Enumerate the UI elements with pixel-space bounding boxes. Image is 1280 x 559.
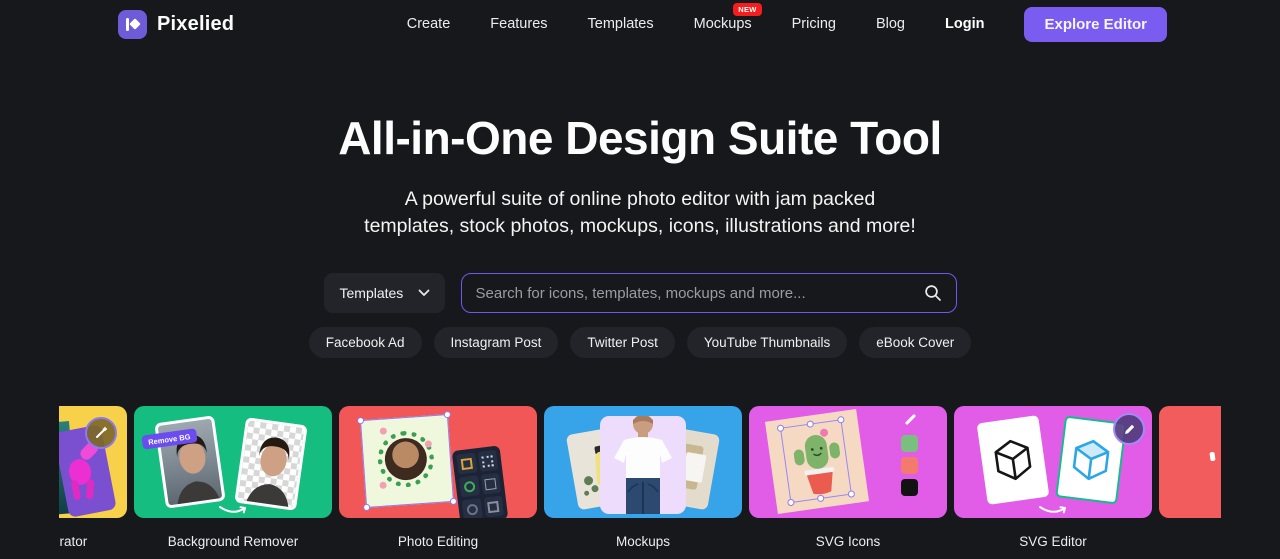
tag-ebook-cover[interactable]: eBook Cover xyxy=(859,327,972,358)
nav-item-pricing[interactable]: Pricing xyxy=(792,16,836,32)
selected-photo-frame xyxy=(356,410,458,512)
nav-item-blog[interactable]: Blog xyxy=(876,16,905,32)
search-icon[interactable] xyxy=(924,284,942,302)
explore-editor-button[interactable]: Explore Editor xyxy=(1024,6,1167,42)
search-row: Templates xyxy=(0,273,1280,313)
frame-options-panel xyxy=(451,445,509,518)
new-badge: NEW xyxy=(733,3,762,16)
page-subtitle: A powerful suite of online photo editor … xyxy=(0,186,1280,240)
card-label: Photo Editing xyxy=(397,534,479,549)
category-dropdown-value: Templates xyxy=(339,285,404,301)
artwork-fragment xyxy=(1209,451,1216,462)
floral-wreath-photo xyxy=(375,429,436,489)
nav-item-templates[interactable]: Templates xyxy=(588,16,654,32)
top-navigation-bar: Pixelied Create Features Templates Mocku… xyxy=(0,0,1280,48)
magic-wand-icon xyxy=(85,417,117,449)
login-link[interactable]: Login xyxy=(945,16,984,32)
carousel-item-svg-icons: SVG Icons xyxy=(749,406,947,549)
carousel-item-photo-editing: Photo Editing xyxy=(339,406,537,549)
pencil-edit-icon xyxy=(1113,413,1145,445)
brand-logo[interactable]: Pixelied xyxy=(118,9,235,39)
search-input[interactable] xyxy=(475,284,924,302)
color-swatches xyxy=(901,435,918,496)
photo-editing-card[interactable] xyxy=(339,406,537,518)
carousel-item-background-remover: Remove BG Background Remover xyxy=(134,406,332,549)
carousel-item-svg-editor: SVG Editor xyxy=(954,406,1152,549)
cactus-artboard xyxy=(764,409,870,514)
chevron-down-icon xyxy=(418,289,429,296)
carousel-track: AI Image Generator Remove BG xyxy=(59,406,1221,549)
nav-item-create[interactable]: Create xyxy=(407,16,451,32)
curved-arrow-icon xyxy=(219,506,246,514)
tag-twitter-post[interactable]: Twitter Post xyxy=(570,327,675,358)
tag-facebook-ad[interactable]: Facebook Ad xyxy=(308,327,422,358)
card-label: Photo Filters xyxy=(1220,534,1221,549)
photo-filters-card[interactable] xyxy=(1159,406,1221,518)
tshirt-mockup-card xyxy=(600,414,686,514)
svg-icons-card[interactable] xyxy=(749,406,947,518)
quick-search-tags: Facebook Ad Instagram Post Twitter Post … xyxy=(0,327,1280,358)
tag-instagram-post[interactable]: Instagram Post xyxy=(433,327,559,358)
tag-youtube-thumbnails[interactable]: YouTube Thumbnails xyxy=(686,327,848,358)
subtitle-line-1: A powerful suite of online photo editor … xyxy=(404,188,876,210)
cube-outline-card xyxy=(976,415,1050,505)
subtitle-line-2: templates, stock photos, mockups, icons,… xyxy=(364,215,916,237)
cactus-illustration xyxy=(793,428,841,495)
card-label: Mockups xyxy=(615,534,671,549)
brand-name: Pixelied xyxy=(157,12,235,35)
card-label: Background Remover xyxy=(167,534,299,549)
pencil-tip-icon xyxy=(904,413,917,426)
background-remover-card[interactable]: Remove BG xyxy=(134,406,332,518)
search-field[interactable] xyxy=(460,273,957,313)
ai-generator-card[interactable] xyxy=(59,406,127,518)
nav-item-mockups[interactable]: Mockups NEW xyxy=(694,3,762,32)
svg-editor-card[interactable] xyxy=(954,406,1152,518)
nav-item-features[interactable]: Features xyxy=(490,16,547,32)
carousel-item-ai-generator: AI Image Generator xyxy=(59,406,127,549)
page-title: All-in-One Design Suite Tool xyxy=(338,112,942,164)
mockups-card[interactable] xyxy=(544,406,742,518)
carousel-item-mockups: Mockups xyxy=(544,406,742,549)
category-dropdown[interactable]: Templates xyxy=(323,273,445,313)
card-label: AI Image Generator xyxy=(59,534,88,549)
card-label: SVG Icons xyxy=(815,534,881,549)
pixelied-logo-icon xyxy=(118,9,147,39)
nav-menu: Create Features Templates Mockups NEW Pr… xyxy=(407,3,1167,42)
carousel-item-photo-filters: Photo Filters xyxy=(1159,406,1221,549)
feature-carousel[interactable]: AI Image Generator Remove BG xyxy=(59,406,1221,549)
card-label: SVG Editor xyxy=(1019,534,1087,549)
photo-transparent-background xyxy=(234,417,308,511)
curved-arrow-icon xyxy=(1039,506,1066,514)
